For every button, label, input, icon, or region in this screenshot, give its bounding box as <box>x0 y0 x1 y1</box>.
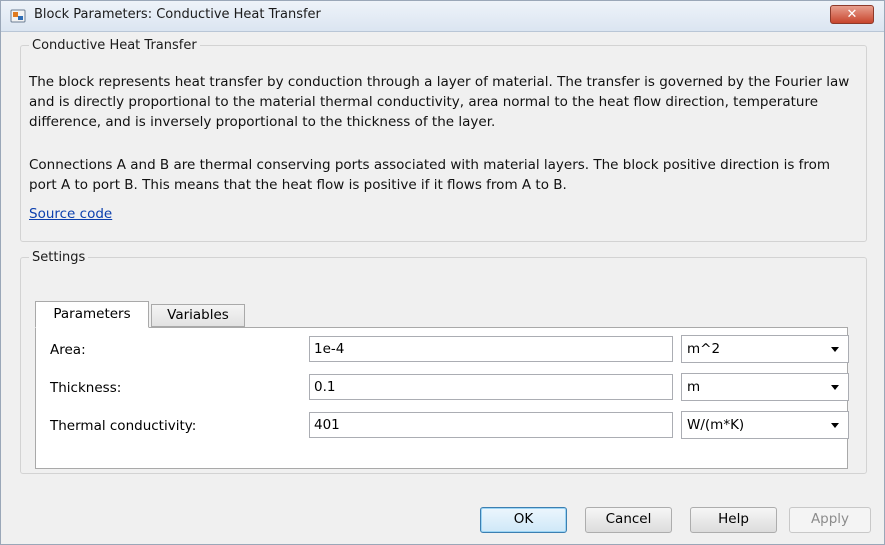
ok-button[interactable]: OK <box>480 507 567 533</box>
description-group-label: Conductive Heat Transfer <box>32 38 197 53</box>
dialog-window: Block Parameters: Conductive Heat Transf… <box>0 0 885 545</box>
area-unit-dropdown[interactable]: m^2 <box>681 335 849 363</box>
tab-variables[interactable]: Variables <box>151 304 245 327</box>
title-bar[interactable]: Block Parameters: Conductive Heat Transf… <box>1 1 884 32</box>
settings-group-label: Settings <box>32 250 86 265</box>
thermal-conductivity-unit-dropdown[interactable]: W/(m*K) <box>681 411 849 439</box>
chevron-down-icon <box>831 385 839 390</box>
dialog-content: Conductive Heat Transfer The block repre… <box>1 32 884 544</box>
close-icon: ✕ <box>846 7 858 22</box>
description-paragraph-2: Connections A and B are thermal conservi… <box>29 157 831 193</box>
apply-button[interactable]: Apply <box>789 507 871 533</box>
description-paragraph-1: The block represents heat transfer by co… <box>29 74 850 130</box>
thickness-input[interactable] <box>309 374 673 400</box>
window-title: Block Parameters: Conductive Heat Transf… <box>34 7 321 22</box>
tab-parameters[interactable]: Parameters <box>35 301 149 328</box>
area-label: Area: <box>50 342 86 358</box>
area-unit-value: m^2 <box>687 341 721 357</box>
description-group: Conductive Heat Transfer The block repre… <box>20 38 867 242</box>
thermal-conductivity-unit-value: W/(m*K) <box>687 417 745 433</box>
settings-group: Settings Parameters Variables Area: m^2 … <box>20 250 867 474</box>
thermal-conductivity-label: Thermal conductivity: <box>50 418 197 434</box>
chevron-down-icon <box>831 347 839 352</box>
cancel-button[interactable]: Cancel <box>585 507 672 533</box>
thickness-label: Thickness: <box>50 380 122 396</box>
thickness-unit-value: m <box>687 379 701 395</box>
close-button[interactable]: ✕ <box>830 5 874 24</box>
chevron-down-icon <box>831 423 839 428</box>
source-code-link[interactable]: Source code <box>29 206 112 222</box>
area-input[interactable] <box>309 336 673 362</box>
help-button[interactable]: Help <box>690 507 777 533</box>
thermal-conductivity-input[interactable] <box>309 412 673 438</box>
parameters-panel: Area: m^2 Thickness: m Thermal conductiv… <box>35 327 849 469</box>
thickness-unit-dropdown[interactable]: m <box>681 373 849 401</box>
simulink-block-icon <box>10 8 26 24</box>
